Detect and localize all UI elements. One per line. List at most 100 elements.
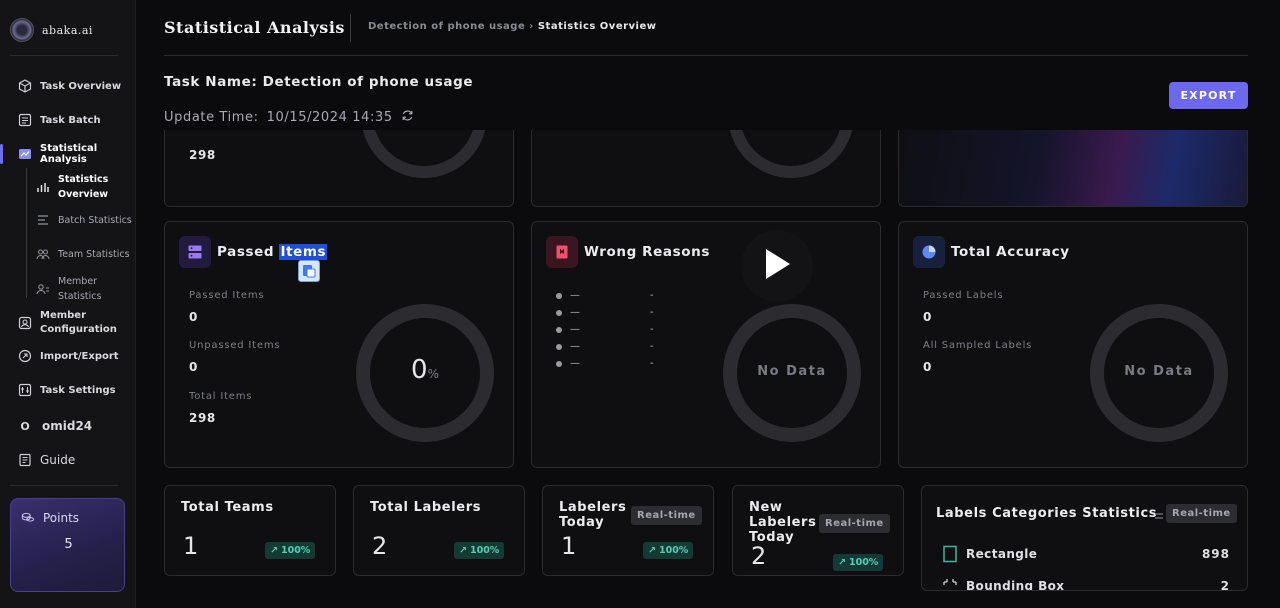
wrong-reasons-title: Wrong Reasons: [584, 244, 710, 260]
member-icon: [36, 282, 50, 296]
user-initial: O: [20, 419, 30, 433]
task-name: Task Name: Detection of phone usage: [164, 74, 473, 90]
sort-icon[interactable]: [1154, 507, 1164, 526]
nav-label: Guide: [40, 453, 76, 467]
donut-chart-partial: [728, 130, 854, 178]
total-items-value: 298: [189, 411, 216, 425]
points-label: Points: [43, 511, 80, 525]
passed-labels-value: 0: [923, 310, 932, 324]
coins-icon: [21, 511, 35, 525]
page-header: Statistical Analysis Detection of phone …: [136, 0, 1280, 56]
guide-icon: [18, 453, 32, 467]
new-labelers-trend: ↗ 100%: [833, 554, 884, 571]
export-button[interactable]: EXPORT: [1169, 82, 1248, 109]
settings-icon: [18, 383, 32, 397]
sub-label: Statistics Overview: [58, 174, 109, 200]
sub-team-statistics[interactable]: Team Statistics: [36, 247, 136, 261]
total-items-label: Total Items: [189, 391, 253, 402]
member-config-icon: [18, 316, 32, 330]
total-labelers-value: 2: [372, 532, 388, 560]
legend-row: — -: [556, 307, 654, 318]
realtime-badge: Real-time: [631, 506, 702, 525]
total-accuracy-title: Total Accuracy: [951, 244, 1070, 260]
batch-icon: [36, 213, 50, 227]
trend-up-icon: ↗: [459, 545, 467, 556]
passed-percent-unit: %: [427, 367, 439, 381]
points-card[interactable]: Points 5: [10, 498, 125, 592]
update-time-value: 10/15/2024 14:35: [266, 110, 393, 125]
header-separator: [350, 14, 351, 42]
brand-name: abaka.ai: [42, 23, 93, 37]
rectangle-icon: [942, 545, 958, 563]
update-time: Update Time: 10/15/2024 14:35: [164, 109, 414, 126]
top-card-value: 298: [189, 148, 216, 162]
passed-items-value: 0: [189, 310, 198, 324]
nav-label: Task Batch: [40, 114, 101, 126]
unpassed-items-value: 0: [189, 360, 198, 374]
server-icon: [179, 236, 211, 268]
points-value: 5: [64, 537, 73, 552]
labelers-today-trend: ↗ 100%: [643, 542, 694, 559]
accuracy-no-data: No Data: [1124, 364, 1194, 379]
sub-batch-statistics[interactable]: Batch Statistics: [36, 213, 136, 227]
legend-row: — -: [556, 341, 654, 352]
total-labelers-trend: ↗ 100%: [454, 542, 505, 559]
total-teams-value: 1: [183, 532, 199, 560]
category-row: Bounding Box 2: [942, 578, 1230, 590]
sub-member-statistics[interactable]: Member Statistics: [36, 274, 136, 304]
brand-logo-icon: [10, 18, 34, 42]
cube-icon: [18, 79, 32, 93]
passed-items-card: Passed Items Passed Items 0 Unpassed Ite…: [164, 221, 514, 468]
nav-statistical-analysis[interactable]: Statistical Analysis: [0, 140, 136, 168]
trend-up-icon: ↗: [648, 545, 656, 556]
wrong-reasons-no-data: No Data: [757, 364, 827, 379]
breadcrumb: Detection of phone usage › Statistics Ov…: [368, 21, 657, 32]
realtime-badge: Real-time: [819, 514, 890, 533]
nav-label: Member Configuration: [40, 310, 117, 335]
passed-percent: 0%: [356, 355, 494, 385]
import-export-icon: [18, 349, 32, 363]
wrong-reasons-card: Wrong Reasons — - — - — - — - — - No Data: [531, 221, 881, 468]
nav-task-overview[interactable]: Task Overview: [0, 72, 136, 100]
nav-task-batch[interactable]: Task Batch: [0, 106, 136, 134]
sampled-labels-label: All Sampled Labels: [923, 340, 1033, 351]
bookmark-icon: [546, 236, 578, 268]
total-labelers-title: Total Labelers: [370, 500, 482, 515]
breadcrumb-separator: ›: [529, 21, 534, 32]
nav-label: Statistical Analysis: [40, 143, 98, 165]
sidebar-divider: [10, 485, 118, 486]
passed-percent-value: 0: [411, 355, 428, 385]
sub-label: Member Statistics: [58, 276, 102, 302]
video-play-button[interactable]: [741, 230, 813, 302]
nav-member-configuration[interactable]: Member Configuration: [0, 308, 136, 338]
update-time-label: Update Time:: [164, 110, 259, 125]
new-labelers-title: New Labelers Today: [749, 500, 817, 545]
sidebar-divider: [10, 55, 118, 56]
brand-logo[interactable]: abaka.ai: [10, 18, 93, 42]
page-title: Statistical Analysis: [164, 18, 345, 37]
nav-import-export[interactable]: Import/Export: [0, 342, 136, 370]
breadcrumb-parent[interactable]: Detection of phone usage: [368, 21, 525, 32]
translate-popup-icon[interactable]: [298, 260, 320, 282]
total-teams-card: Total Teams 1 ↗ 100%: [164, 485, 336, 576]
total-teams-title: Total Teams: [181, 500, 274, 515]
nav-task-settings[interactable]: Task Settings: [0, 376, 136, 404]
labelers-today-card: Labelers Today Real-time 1 ↗ 100%: [542, 485, 714, 576]
unpassed-items-label: Unpassed Items: [189, 340, 281, 351]
team-icon: [36, 247, 50, 261]
total-teams-trend: ↗ 100%: [265, 542, 316, 559]
sub-label: Batch Statistics: [58, 214, 132, 226]
selected-text[interactable]: Items: [279, 244, 328, 260]
user-profile[interactable]: O omid24: [0, 412, 136, 440]
total-labelers-card: Total Labelers 2 ↗ 100%: [353, 485, 525, 576]
labels-categories-card: Labels Categories Statistics Real-time R…: [921, 485, 1248, 591]
nav-guide[interactable]: Guide: [0, 446, 136, 474]
total-accuracy-card: Total Accuracy Passed Labels 0 All Sampl…: [898, 221, 1248, 468]
refresh-icon[interactable]: [401, 109, 414, 126]
pie-chart-icon: [913, 236, 945, 268]
sub-statistics-overview[interactable]: Statistics Overview: [36, 172, 136, 202]
passed-items-title-prefix: Passed: [217, 244, 275, 260]
legend-row: — -: [556, 290, 654, 301]
realtime-badge: Real-time: [1166, 504, 1237, 523]
passed-items-title: Passed Items: [217, 244, 328, 260]
